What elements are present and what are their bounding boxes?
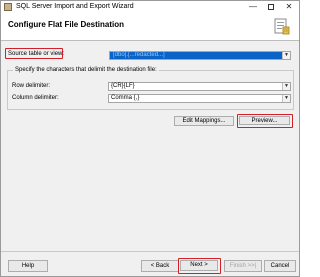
window-title: SQL Server Import and Export Wizard xyxy=(16,3,134,10)
column-delimiter-label: Column delimiter: xyxy=(12,95,59,101)
source-selected-value: [dbo].[...redacted...] xyxy=(110,52,283,59)
back-button[interactable]: < Back xyxy=(141,260,179,272)
row-delimiter-label: Row delimiter: xyxy=(12,83,51,89)
column-delimiter-value: Comma {,} xyxy=(111,95,140,101)
next-button[interactable]: Next > xyxy=(180,260,218,271)
source-label-highlight: Source table or view: xyxy=(5,48,65,59)
page-title: Configure Flat File Destination xyxy=(8,20,125,29)
maximize-icon xyxy=(268,3,274,10)
title-bar[interactable]: SQL Server Import and Export Wizard — ✕ xyxy=(1,1,299,14)
next-highlight: Next > xyxy=(178,258,221,274)
finish-button: Finish >>| xyxy=(224,260,262,272)
preview-button[interactable]: Preview... xyxy=(239,116,290,125)
chevron-down-icon[interactable]: ▼ xyxy=(282,95,290,102)
source-table-dropdown[interactable]: [dbo].[...redacted...] ▼ xyxy=(109,51,291,60)
help-button[interactable]: Help xyxy=(8,260,48,272)
source-selected-text: [dbo].[...redacted...] xyxy=(113,52,165,58)
wizard-window: SQL Server Import and Export Wizard — ✕ … xyxy=(0,0,300,277)
footer-divider xyxy=(1,251,299,252)
minimize-button[interactable]: — xyxy=(245,1,261,14)
cancel-button[interactable]: Cancel xyxy=(264,260,296,272)
wizard-header: Configure Flat File Destination xyxy=(1,14,299,41)
chevron-down-icon[interactable]: ▼ xyxy=(282,52,290,59)
app-icon xyxy=(4,3,12,11)
wizard-page-icon xyxy=(274,18,290,35)
close-button[interactable]: ✕ xyxy=(281,1,297,14)
minimize-icon: — xyxy=(249,2,257,11)
row-delimiter-dropdown[interactable]: {CR}{LF} ▼ xyxy=(108,82,291,91)
row-delimiter-value: {CR}{LF} xyxy=(111,83,135,89)
preview-highlight: Preview... xyxy=(237,114,293,128)
source-table-label: Source table or view: xyxy=(8,51,65,57)
delimiter-group-title: Specify the characters that delimit the … xyxy=(13,66,159,74)
maximize-button[interactable] xyxy=(263,1,279,14)
column-delimiter-dropdown[interactable]: Comma {,} ▼ xyxy=(108,94,291,103)
edit-mappings-button[interactable]: Edit Mappings... xyxy=(174,116,234,126)
close-icon: ✕ xyxy=(285,2,293,11)
chevron-down-icon[interactable]: ▼ xyxy=(282,83,290,90)
